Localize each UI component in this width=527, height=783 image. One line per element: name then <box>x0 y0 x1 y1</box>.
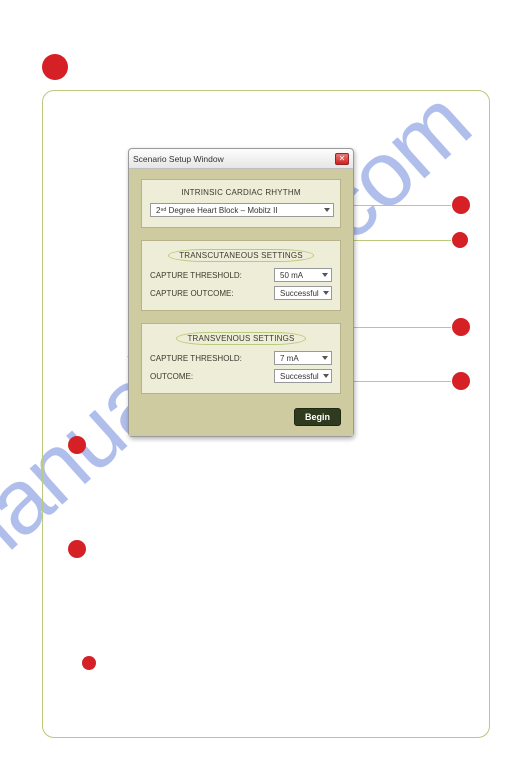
chevron-down-icon <box>322 273 328 277</box>
setting-row: CAPTURE THRESHOLD: 50 mA <box>150 268 332 282</box>
bullet-marker <box>68 436 86 454</box>
panel-title: TRANSCUTANEOUS SETTINGS <box>150 249 332 262</box>
bullet-marker <box>82 656 96 670</box>
tc-threshold-value: 50 mA <box>280 271 303 280</box>
callout-marker-3 <box>452 318 470 336</box>
bullet-marker <box>68 540 86 558</box>
capture-outcome-label: CAPTURE OUTCOME: <box>150 289 234 298</box>
callout-line <box>346 205 451 206</box>
tv-outcome-select[interactable]: Successful <box>274 369 332 383</box>
panel-transcutaneous: TRANSCUTANEOUS SETTINGS CAPTURE THRESHOL… <box>141 240 341 311</box>
callout-line <box>348 381 451 382</box>
panel-title: INTRINSIC CARDIAC RHYTHM <box>150 188 332 197</box>
panel-title-text: TRANSVENOUS SETTINGS <box>176 332 305 345</box>
callout-marker-2 <box>452 232 468 248</box>
tc-threshold-select[interactable]: 50 mA <box>274 268 332 282</box>
dialog-body: INTRINSIC CARDIAC RHYTHM 2ⁿᵈ Degree Hear… <box>129 169 353 436</box>
tv-outcome-value: Successful <box>280 372 319 381</box>
bullet-marker <box>42 54 68 80</box>
callout-marker-4 <box>452 372 470 390</box>
begin-button[interactable]: Begin <box>294 408 341 426</box>
chevron-down-icon <box>324 208 330 212</box>
tv-threshold-label: CAPTURE THRESHOLD: <box>150 354 242 363</box>
panel-intrinsic-rhythm: INTRINSIC CARDIAC RHYTHM 2ⁿᵈ Degree Hear… <box>141 179 341 228</box>
capture-threshold-label: CAPTURE THRESHOLD: <box>150 271 242 280</box>
rhythm-select-value: 2ⁿᵈ Degree Heart Block – Mobitz II <box>156 206 278 215</box>
callout-marker-1 <box>452 196 470 214</box>
rhythm-select[interactable]: 2ⁿᵈ Degree Heart Block – Mobitz II <box>150 203 334 217</box>
setting-row: CAPTURE OUTCOME: Successful <box>150 286 332 300</box>
dialog-titlebar: Scenario Setup Window ✕ <box>129 149 353 169</box>
chevron-down-icon <box>323 291 329 295</box>
tv-outcome-label: OUTCOME: <box>150 372 193 381</box>
tv-threshold-select[interactable]: 7 mA <box>274 351 332 365</box>
panel-title-text: TRANSCUTANEOUS SETTINGS <box>168 249 314 262</box>
setting-row: OUTCOME: Successful <box>150 369 332 383</box>
close-icon[interactable]: ✕ <box>335 153 349 165</box>
scenario-setup-dialog: Scenario Setup Window ✕ INTRINSIC CARDIA… <box>128 148 354 437</box>
chevron-down-icon <box>323 374 329 378</box>
chevron-down-icon <box>322 356 328 360</box>
tv-threshold-value: 7 mA <box>280 354 299 363</box>
setting-row: CAPTURE THRESHOLD: 7 mA <box>150 351 332 365</box>
tc-outcome-select[interactable]: Successful <box>274 286 332 300</box>
panel-transvenous: TRANSVENOUS SETTINGS CAPTURE THRESHOLD: … <box>141 323 341 394</box>
tc-outcome-value: Successful <box>280 289 319 298</box>
dialog-title: Scenario Setup Window <box>133 154 224 164</box>
panel-title: TRANSVENOUS SETTINGS <box>150 332 332 345</box>
